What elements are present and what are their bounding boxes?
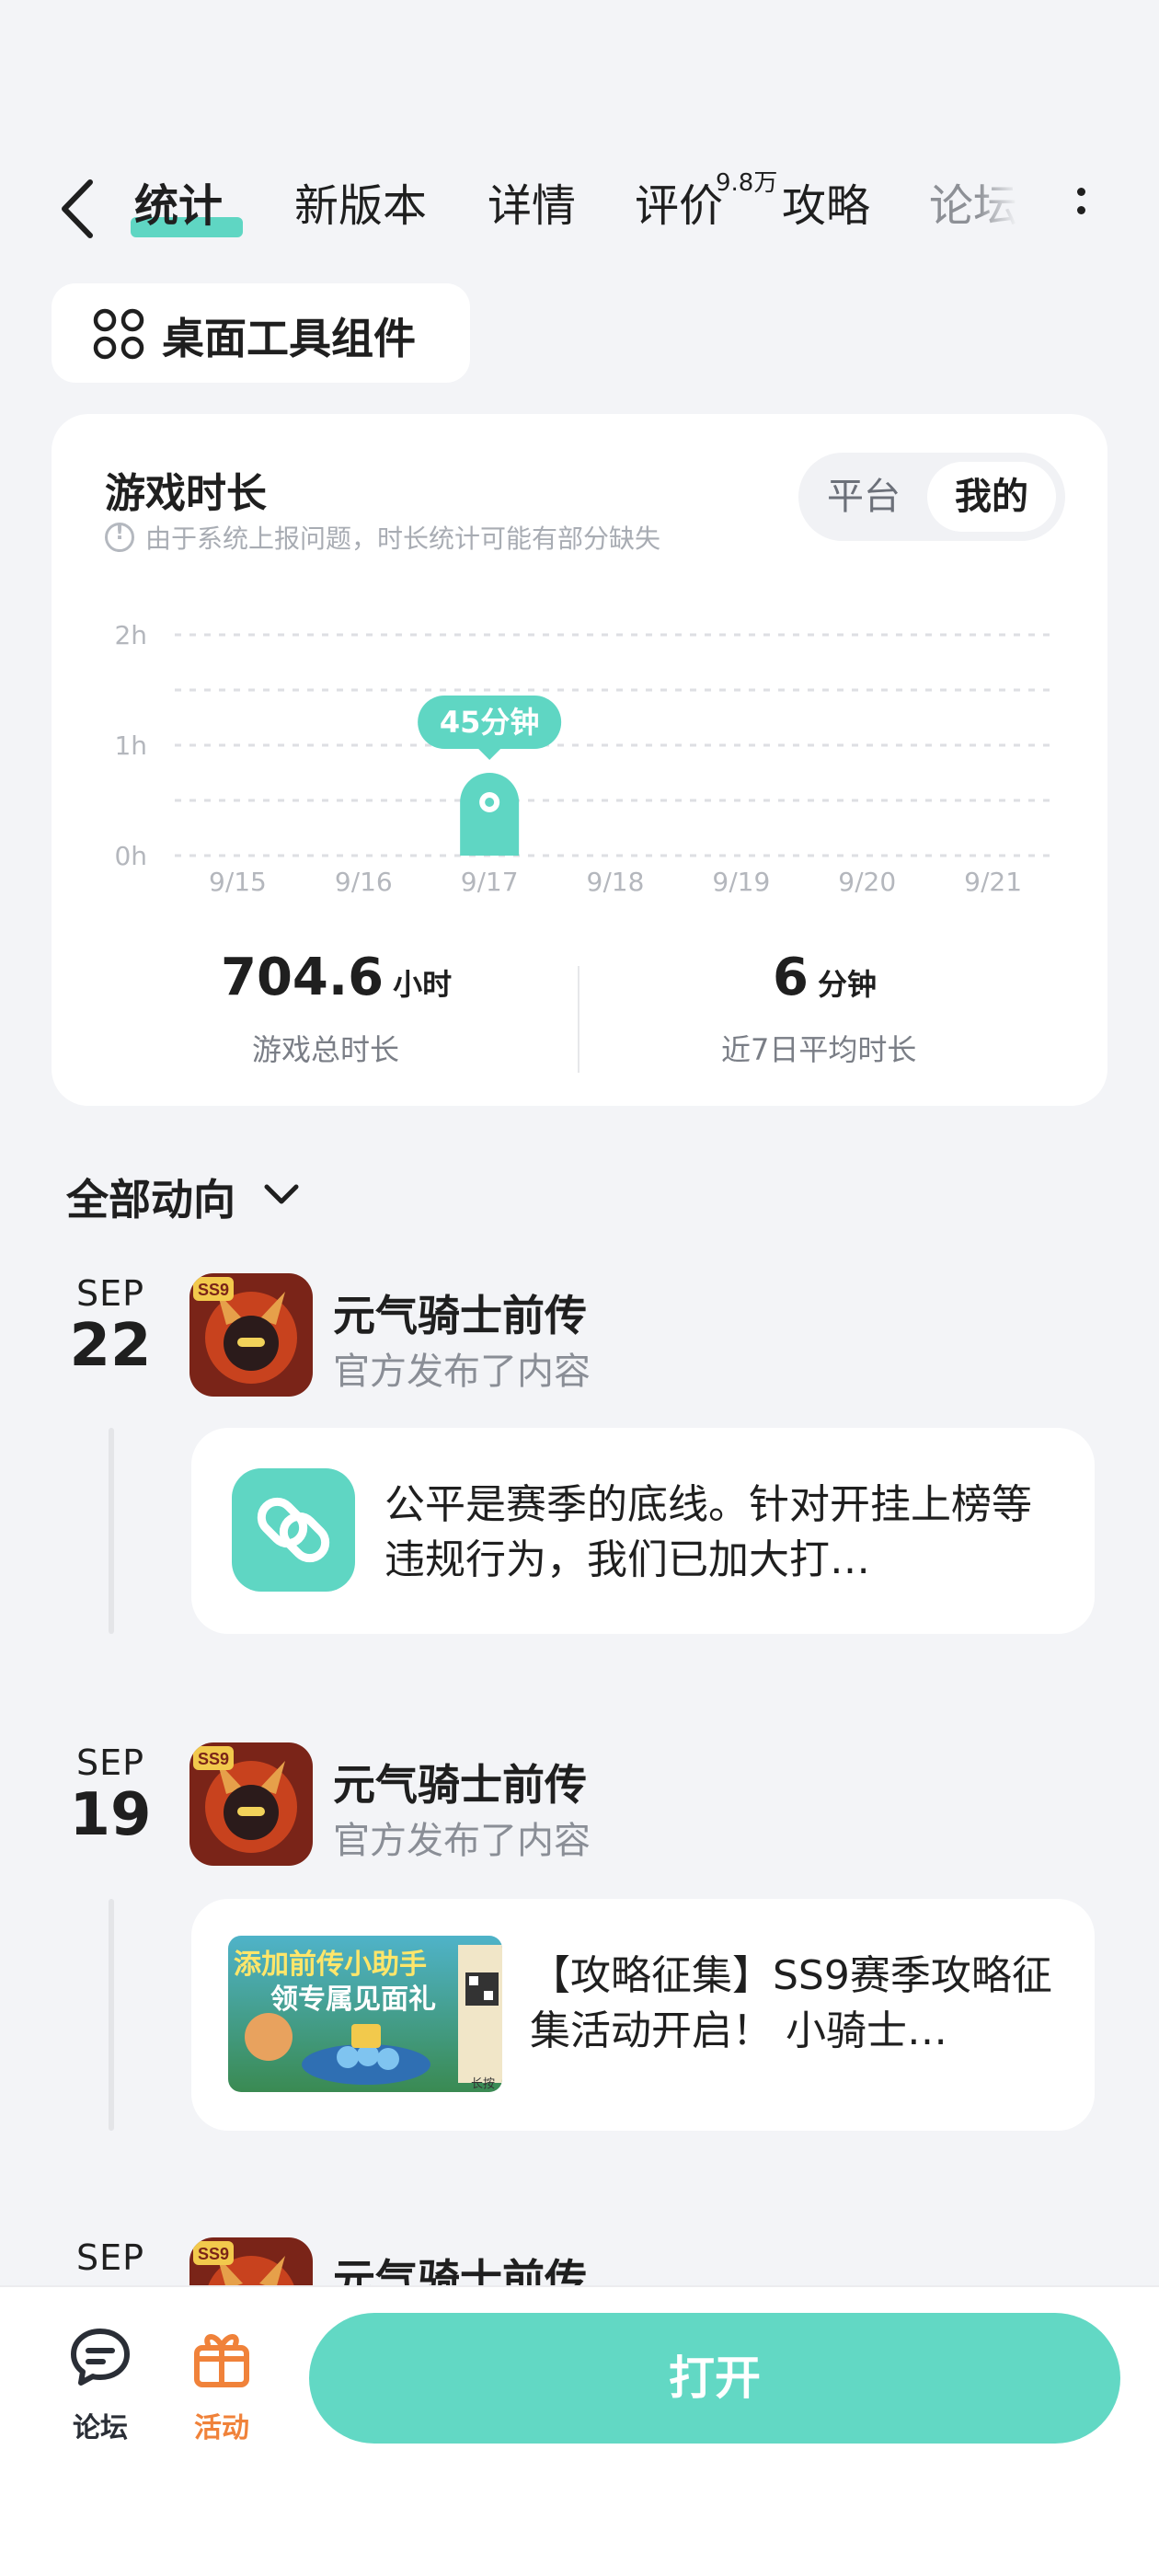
stats-notice: 由于系统上报问题，时长统计可能有部分缺失 (105, 519, 660, 556)
feed-date-day: 19 (69, 1781, 152, 1849)
feed-date-month: SEP (75, 1273, 145, 1314)
info-icon (105, 522, 134, 552)
link-icon (257, 1497, 330, 1563)
chart-bar (460, 773, 520, 856)
total-play-time-unit: 小时 (393, 967, 453, 1002)
reviews-count-badge: 9.8万 (716, 169, 778, 197)
tab-reviews[interactable]: 评价 (635, 178, 723, 234)
back-button[interactable] (53, 177, 105, 241)
activity-label: 活动 (194, 2412, 249, 2444)
chart-xtick-label: 9/17 (461, 867, 519, 892)
game-avatar-icon: SS9 (189, 1742, 313, 1866)
feed-action-text: 官方发布了内容 (333, 1351, 591, 1393)
play-time-card: 游戏时长 由于系统上报问题，时长统计可能有部分缺失 平台 我的 2h 1h 0h 9/… (52, 414, 1107, 1106)
chart-xtick-label: 9/18 (587, 867, 645, 892)
average-play-time: 6 分钟 (773, 948, 877, 1007)
play-time-chart: 2h 1h 0h 9/15 9/16 9/17 45分钟 9/18 9/19 9/20 9/21 (114, 620, 1056, 892)
chart-xtick-label: 9/21 (964, 867, 1022, 892)
svg-text:SS9: SS9 (198, 2245, 229, 2263)
timeline-line (109, 1899, 114, 2131)
open-game-button[interactable]: 打开 (309, 2313, 1120, 2444)
stats-notice-text: 由于系统上报问题，时长统计可能有部分缺失 (145, 523, 661, 554)
feed-action-text: 官方发布了内容 (333, 1820, 591, 1862)
tab-details[interactable]: 详情 (488, 178, 576, 234)
desktop-widget-button[interactable]: 桌面工具组件 (52, 283, 470, 383)
tab-new-version[interactable]: 新版本 (294, 178, 427, 234)
tab-guides[interactable]: 攻略 (782, 178, 870, 234)
chart-bar-marker-dot (485, 798, 495, 807)
bottom-action-bar: 论坛 活动 打开 (0, 2285, 1159, 2576)
thumbnail-title-line2: 领专属见面礼 (270, 1984, 436, 2016)
more-dots-icon (1077, 188, 1085, 196)
app-icon[interactable]: SS9 (189, 1742, 313, 1866)
average-play-time-unit: 分钟 (817, 967, 877, 1002)
total-play-time: 704.6 小时 (221, 948, 452, 1007)
post-card[interactable]: 公平是赛季的底线。针对开挂上榜等违规行为，我们已加大打… (191, 1428, 1095, 1634)
total-play-time-label: 游戏总时长 (252, 1032, 400, 1067)
feed-app-name[interactable]: 元气骑士前传 (333, 1752, 587, 1812)
average-play-time-value: 6 (773, 948, 809, 1007)
more-options-button[interactable] (1067, 182, 1095, 237)
gift-icon (194, 2334, 249, 2387)
chart-tooltip-label: 45分钟 (440, 705, 540, 740)
desktop-widget-label: 桌面工具组件 (162, 314, 416, 363)
link-tile (232, 1468, 355, 1592)
chart-xtick-label: 9/16 (335, 867, 393, 892)
chart-xtick-label: 9/15 (209, 867, 267, 892)
svg-text:SS9: SS9 (198, 1750, 229, 1768)
app-icon[interactable]: SS9 (189, 1273, 313, 1397)
chart-xtick-label: 9/19 (712, 867, 770, 892)
chart-ytick-label: 1h (114, 730, 147, 761)
chart-tooltip-pointer (478, 749, 501, 760)
svg-text:SS9: SS9 (198, 1281, 229, 1299)
forum-label: 论坛 (73, 2412, 128, 2444)
chart-ytick-label: 0h (114, 841, 147, 871)
tab-stats[interactable]: 统计 (134, 178, 223, 234)
toggle-option-mine[interactable]: 我的 (927, 462, 1056, 532)
forum-button[interactable]: 论坛 (50, 2324, 151, 2445)
feed-date-month: SEP (75, 2237, 145, 2278)
total-play-time-value: 704.6 (221, 948, 384, 1007)
thumbnail-corner-label: 长按 (471, 2077, 496, 2091)
post-thumbnail: 添加前传小助手 领专属见面礼 长按 (228, 1936, 502, 2092)
toggle-option-platform[interactable]: 平台 (809, 462, 918, 532)
widgets-grid-icon (93, 308, 144, 360)
feed-date-day: 22 (69, 1312, 152, 1380)
feed-date-month: SEP (75, 1742, 145, 1783)
post-card[interactable]: 添加前传小助手 领专属见面礼 长按 【攻略征集】SS9赛季攻略征集活动开启！ 小… (191, 1899, 1095, 2131)
feed-filter-title[interactable]: 全部动向 (66, 1167, 235, 1227)
timeline-line (109, 1428, 114, 1634)
chart-ytick-label: 2h (114, 620, 147, 650)
forum-chat-icon (71, 2329, 130, 2386)
tab-forum[interactable]: 论坛 (929, 178, 1017, 234)
post-text: 【攻略征集】SS9赛季攻略征集活动开启！ 小骑士… (530, 1952, 1052, 2054)
average-play-time-label: 近7日平均时长 (721, 1032, 917, 1067)
chevron-left-icon (62, 179, 93, 238)
stats-divider (578, 966, 580, 1073)
feed-app-name[interactable]: 元气骑士前传 (333, 1282, 587, 1343)
platform-mine-toggle: 平台 我的 (798, 453, 1065, 541)
chart-xtick-label: 9/20 (838, 867, 896, 892)
top-tab-bar: 统计 新版本 详情 评价 9.8万 攻略 论坛 (0, 156, 1159, 258)
post-text: 公平是赛季的底线。针对开挂上榜等违规行为，我们已加大打… (384, 1481, 1032, 1583)
card-title: 游戏时长 (105, 470, 267, 517)
game-avatar-icon: SS9 (189, 1273, 313, 1397)
chevron-down-icon[interactable] (261, 1174, 302, 1214)
activity-button[interactable]: 活动 (171, 2324, 272, 2445)
